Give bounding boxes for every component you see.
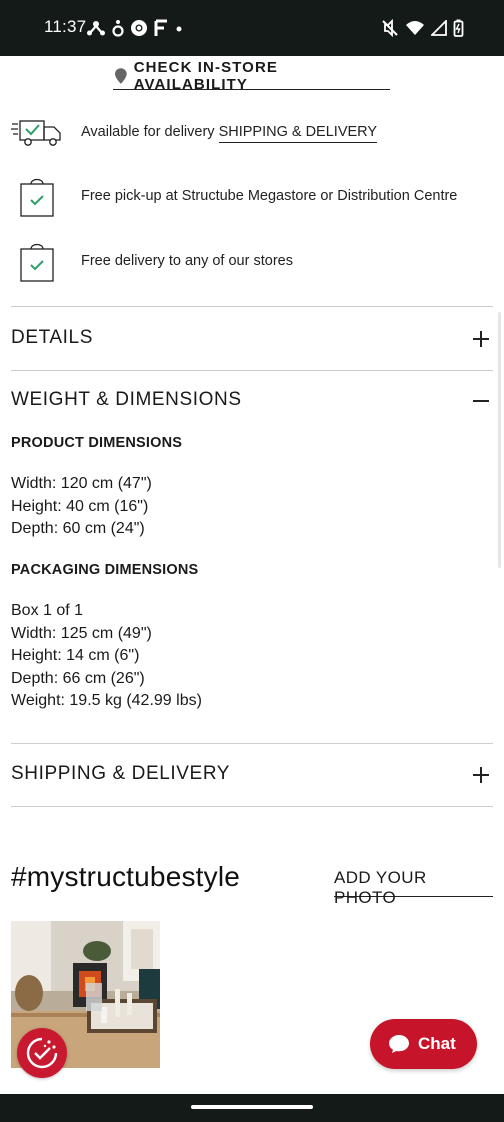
battery-icon [453, 19, 464, 37]
availability-pickup-row: Free pick-up at Structube Megastore or D… [0, 171, 504, 221]
add-your-photo-link[interactable]: ADD YOUR PHOTO [334, 868, 493, 907]
status-bar: 11:37 [0, 0, 504, 56]
cookie-consent-button[interactable] [17, 1028, 67, 1078]
store-delivery-text: Free delivery to any of our stores [81, 253, 293, 269]
divider [11, 306, 493, 307]
divider [11, 370, 493, 371]
system-navigation-bar [0, 1094, 504, 1122]
cookie-check-icon [26, 1037, 58, 1069]
fitness-icon [112, 20, 124, 37]
expand-plus-icon[interactable] [471, 329, 491, 349]
divider [11, 806, 493, 807]
location-pin-icon [115, 67, 127, 84]
product-dimension-line: Width: 120 cm (47") [11, 475, 152, 492]
app-f-icon [154, 19, 167, 36]
wifi-icon [406, 21, 424, 35]
chat-bubble-icon [389, 1035, 409, 1053]
divider [11, 743, 493, 744]
availability-delivery-row: Available for delivery SHIPPING & DELIVE… [0, 108, 504, 158]
packaging-dimension-line: Width: 125 cm (49") [11, 625, 152, 642]
scrollbar[interactable] [498, 312, 501, 568]
packaging-dimension-line: Weight: 19.5 kg (42.99 lbs) [11, 692, 202, 709]
shopping-bag-check-icon [10, 236, 64, 286]
chat-button[interactable]: Chat [370, 1019, 477, 1069]
product-dimensions-heading: PRODUCT DIMENSIONS [11, 435, 183, 451]
delivery-truck-icon [10, 108, 64, 158]
status-notification-icons [86, 17, 184, 39]
shipping-delivery-link[interactable]: SHIPPING & DELIVERY [218, 124, 378, 143]
packaging-dimension-line: Box 1 of 1 [11, 602, 84, 619]
chat-label: Chat [418, 1034, 456, 1053]
packaging-dimension-line: Depth: 66 cm (26") [11, 670, 145, 687]
check-in-store-label: CHECK IN-STORE AVAILABILITY [133, 58, 278, 93]
network-tree-icon [87, 21, 105, 36]
check-in-store-availability-link[interactable]: CHECK IN-STORE AVAILABILITY [113, 58, 390, 93]
gesture-handle[interactable] [191, 1105, 313, 1109]
collapse-minus-icon[interactable] [471, 391, 491, 411]
status-time: 11:37 [44, 17, 87, 36]
signal-icon [431, 20, 447, 36]
hashtag-title: #mystructubestyle [11, 861, 241, 892]
status-system-icons [381, 18, 464, 38]
product-dimension-line: Height: 40 cm (16") [11, 498, 149, 515]
availability-store-delivery-row: Free delivery to any of our stores [0, 236, 504, 286]
more-notifications-icon [176, 26, 182, 32]
product-page-content: CHECK IN-STORE AVAILABILITY Available fo… [0, 56, 504, 1094]
packaging-dimensions-heading: PACKAGING DIMENSIONS [11, 562, 199, 578]
chrome-icon [131, 20, 147, 36]
packaging-dimension-line: Height: 14 cm (6") [11, 647, 140, 664]
mute-icon [382, 19, 398, 37]
details-title: DETAILS [11, 327, 93, 348]
shopping-bag-check-icon [10, 171, 64, 221]
pickup-text: Free pick-up at Structube Megastore or D… [81, 188, 458, 204]
product-dimension-line: Depth: 60 cm (24") [11, 520, 145, 537]
delivery-available-text: Available for delivery [81, 124, 215, 140]
shipping-delivery-title: SHIPPING & DELIVERY [11, 763, 231, 784]
expand-plus-icon[interactable] [471, 765, 491, 785]
weight-dimensions-title: WEIGHT & DIMENSIONS [11, 389, 242, 410]
